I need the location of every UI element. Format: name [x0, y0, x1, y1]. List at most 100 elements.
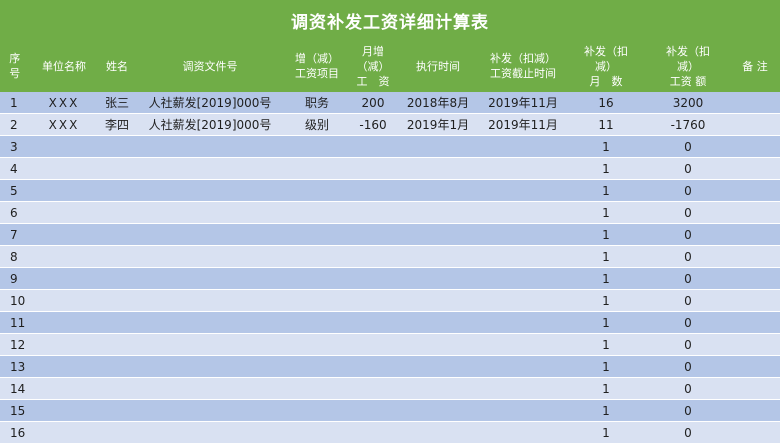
cell-amount[interactable]: 0 — [646, 267, 730, 290]
cell-end[interactable] — [480, 179, 566, 202]
cell-months[interactable]: 1 — [566, 289, 646, 312]
cell-seq[interactable]: 13 — [0, 355, 30, 378]
cell-item[interactable]: 级别 — [284, 113, 350, 136]
cell-doc[interactable] — [136, 267, 284, 290]
cell-name[interactable] — [98, 421, 136, 444]
cell-months[interactable]: 1 — [566, 223, 646, 246]
cell-monthly[interactable]: -160 — [350, 113, 396, 136]
cell-months[interactable]: 1 — [566, 311, 646, 334]
col-header-unit[interactable]: 单位名称 — [30, 40, 99, 92]
cell-doc[interactable] — [136, 289, 284, 312]
cell-name[interactable] — [98, 311, 136, 334]
cell-unit[interactable] — [30, 289, 98, 312]
cell-end[interactable] — [480, 311, 566, 334]
cell-seq[interactable]: 3 — [0, 135, 30, 158]
cell-monthly[interactable] — [350, 245, 396, 268]
cell-doc[interactable] — [136, 245, 284, 268]
cell-item[interactable] — [284, 157, 350, 180]
cell-months[interactable]: 1 — [566, 421, 646, 444]
cell-name[interactable] — [98, 377, 136, 400]
cell-note[interactable] — [730, 135, 780, 158]
cell-monthly[interactable] — [350, 311, 396, 334]
cell-unit[interactable] — [30, 267, 98, 290]
cell-amount[interactable]: 0 — [646, 421, 730, 444]
cell-seq[interactable]: 16 — [0, 421, 30, 444]
cell-months[interactable]: 1 — [566, 245, 646, 268]
cell-end[interactable] — [480, 377, 566, 400]
cell-monthly[interactable] — [350, 399, 396, 422]
cell-seq[interactable]: 2 — [0, 113, 30, 136]
cell-name[interactable]: 张三 — [98, 92, 136, 114]
col-header-item[interactable]: 增（减） 工资项目 — [284, 40, 351, 92]
cell-months[interactable]: 1 — [566, 201, 646, 224]
cell-monthly[interactable] — [350, 157, 396, 180]
cell-end[interactable] — [480, 157, 566, 180]
cell-seq[interactable]: 7 — [0, 223, 30, 246]
cell-item[interactable] — [284, 267, 350, 290]
cell-amount[interactable]: 0 — [646, 377, 730, 400]
col-header-months[interactable]: 补发（扣 减） 月 数 — [566, 40, 647, 92]
cell-item[interactable] — [284, 421, 350, 444]
cell-unit[interactable]: XXX — [30, 113, 98, 136]
cell-unit[interactable] — [30, 311, 98, 334]
cell-note[interactable] — [730, 223, 780, 246]
cell-doc[interactable] — [136, 223, 284, 246]
cell-seq[interactable]: 9 — [0, 267, 30, 290]
cell-amount[interactable]: 0 — [646, 157, 730, 180]
cell-doc[interactable]: 人社薪发[2019]000号 — [136, 92, 284, 114]
cell-unit[interactable] — [30, 223, 98, 246]
col-header-amount[interactable]: 补发（扣 减） 工资 额 — [646, 40, 731, 92]
cell-name[interactable] — [98, 333, 136, 356]
cell-monthly[interactable] — [350, 179, 396, 202]
cell-amount[interactable]: 0 — [646, 333, 730, 356]
cell-monthly[interactable] — [350, 223, 396, 246]
cell-unit[interactable]: XXX — [30, 92, 98, 114]
cell-amount[interactable]: 0 — [646, 289, 730, 312]
cell-months[interactable]: 1 — [566, 333, 646, 356]
cell-item[interactable] — [284, 245, 350, 268]
cell-seq[interactable]: 14 — [0, 377, 30, 400]
cell-months[interactable]: 1 — [566, 399, 646, 422]
cell-item[interactable] — [284, 311, 350, 334]
cell-seq[interactable]: 1 — [0, 92, 30, 114]
cell-item[interactable] — [284, 377, 350, 400]
cell-end[interactable]: 2019年11月 — [480, 113, 566, 136]
cell-start[interactable] — [396, 333, 480, 356]
cell-start[interactable] — [396, 179, 480, 202]
cell-amount[interactable]: 0 — [646, 399, 730, 422]
cell-unit[interactable] — [30, 201, 98, 224]
cell-monthly[interactable] — [350, 135, 396, 158]
cell-months[interactable]: 1 — [566, 157, 646, 180]
cell-start[interactable] — [396, 399, 480, 422]
cell-start[interactable]: 2018年8月 — [396, 92, 480, 114]
cell-doc[interactable] — [136, 355, 284, 378]
cell-seq[interactable]: 12 — [0, 333, 30, 356]
cell-end[interactable] — [480, 289, 566, 312]
cell-unit[interactable] — [30, 355, 98, 378]
cell-seq[interactable]: 6 — [0, 201, 30, 224]
cell-amount[interactable]: 0 — [646, 355, 730, 378]
cell-item[interactable] — [284, 333, 350, 356]
cell-doc[interactable]: 人社薪发[2019]000号 — [136, 113, 284, 136]
cell-amount[interactable]: 0 — [646, 135, 730, 158]
cell-seq[interactable]: 11 — [0, 311, 30, 334]
cell-months[interactable]: 1 — [566, 355, 646, 378]
cell-months[interactable]: 1 — [566, 267, 646, 290]
cell-amount[interactable]: 0 — [646, 311, 730, 334]
cell-amount[interactable]: 0 — [646, 223, 730, 246]
cell-note[interactable] — [730, 355, 780, 378]
cell-name[interactable] — [98, 223, 136, 246]
cell-doc[interactable] — [136, 377, 284, 400]
cell-doc[interactable] — [136, 135, 284, 158]
cell-months[interactable]: 1 — [566, 377, 646, 400]
col-header-end[interactable]: 补发（扣减） 工资截止时间 — [480, 40, 567, 92]
col-header-name[interactable]: 姓名 — [98, 40, 137, 92]
cell-item[interactable] — [284, 201, 350, 224]
cell-start[interactable] — [396, 421, 480, 444]
cell-name[interactable] — [98, 179, 136, 202]
cell-item[interactable]: 职务 — [284, 92, 350, 114]
cell-doc[interactable] — [136, 201, 284, 224]
cell-doc[interactable] — [136, 399, 284, 422]
cell-note[interactable] — [730, 201, 780, 224]
cell-start[interactable] — [396, 223, 480, 246]
